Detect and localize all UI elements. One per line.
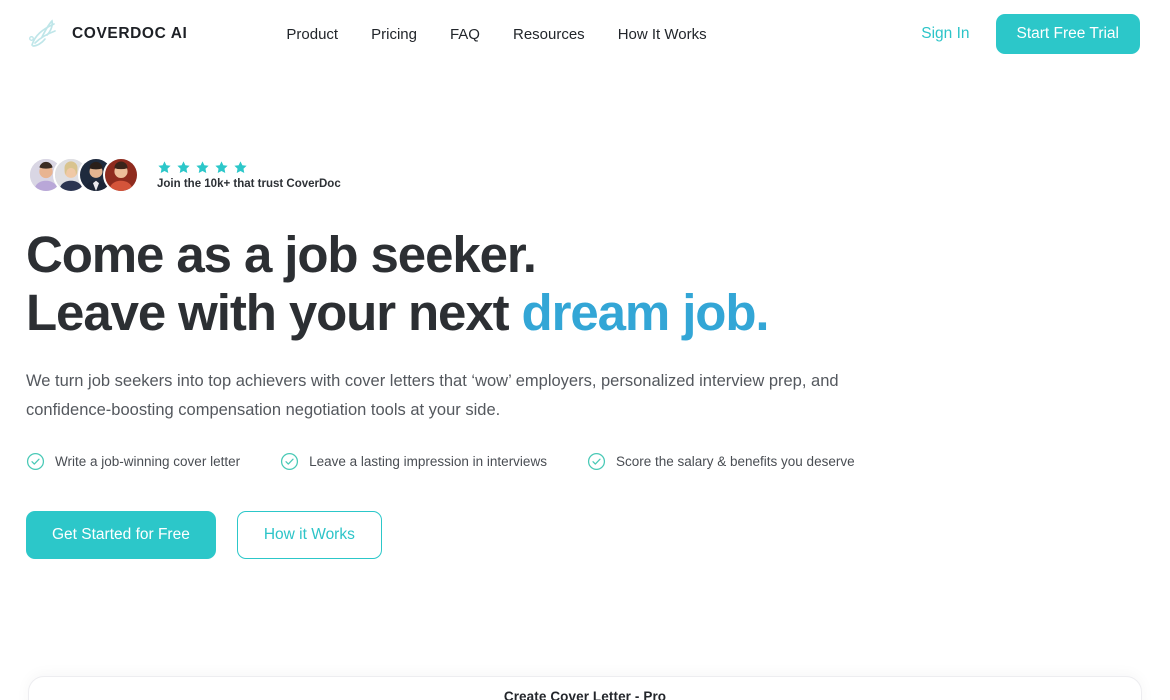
headline-accent: dream job. — [521, 284, 770, 341]
avatar — [103, 157, 139, 193]
nav-item-faq[interactable]: FAQ — [450, 26, 480, 43]
avatar-group — [26, 157, 139, 193]
start-free-trial-button[interactable]: Start Free Trial — [995, 14, 1140, 54]
nav-item-product[interactable]: Product — [286, 26, 338, 43]
star-icon — [177, 161, 190, 173]
check-circle-icon — [587, 452, 606, 471]
feature-item-interviews: Leave a lasting impression in interviews — [280, 452, 547, 471]
proof-text: Join the 10k+ that trust CoverDoc — [157, 160, 341, 190]
sign-in-link[interactable]: Sign In — [921, 25, 969, 43]
feature-label: Leave a lasting impression in interviews — [309, 454, 547, 469]
headline-line-1: Come as a job seeker. — [26, 226, 537, 283]
header-actions: Sign In Start Free Trial — [921, 14, 1140, 54]
star-rating — [157, 160, 341, 175]
star-icon — [196, 161, 209, 173]
panel-title: Create Cover Letter - Pro — [503, 689, 667, 700]
feature-label: Write a job-winning cover letter — [55, 454, 241, 469]
nav-item-pricing[interactable]: Pricing — [371, 26, 417, 43]
how-it-works-button[interactable]: How it Works — [236, 511, 382, 559]
create-cover-letter-panel[interactable]: Create Cover Letter - Pro — [28, 676, 1142, 700]
page-title: Come as a job seeker. Leave with your ne… — [26, 226, 1026, 342]
hero-subcopy: We turn job seekers into top achievers w… — [26, 372, 839, 419]
feature-list: Write a job-winning cover letter Leave a… — [26, 452, 1026, 471]
headline-line-2: Leave with your next — [26, 284, 522, 341]
brand-name: COVERDOC AI — [72, 25, 188, 42]
avatar-photo-icon — [105, 159, 137, 191]
social-proof: Join the 10k+ that trust CoverDoc — [26, 150, 1026, 200]
feature-item-cover-letter: Write a job-winning cover letter — [26, 452, 240, 471]
coverdoc-bird-logo-icon — [29, 19, 56, 47]
star-icon — [234, 161, 247, 173]
site-header: COVERDOC AI Product Pricing FAQ Resource… — [0, 0, 1170, 68]
check-circle-icon — [281, 452, 299, 471]
trust-text: Join the 10k+ that trust CoverDoc — [157, 178, 341, 190]
primary-navigation: Product Pricing FAQ Resources How It Wor… — [286, 26, 706, 43]
feature-item-salary: Score the salary & benefits you deserve — [587, 452, 855, 471]
star-icon — [158, 161, 171, 173]
get-started-button[interactable]: Get Started for Free — [26, 511, 216, 559]
hero-section: Join the 10k+ that trust CoverDoc Come a… — [26, 150, 1026, 559]
check-circle-icon — [26, 452, 45, 471]
brand-logo[interactable]: COVERDOC AI — [26, 16, 187, 52]
star-icon — [215, 161, 228, 173]
cta-row: Get Started for Free How it Works — [26, 511, 1026, 559]
nav-item-resources[interactable]: Resources — [513, 26, 585, 43]
nav-item-how-it-works[interactable]: How It Works — [618, 26, 707, 43]
landing-page: COVERDOC AI Product Pricing FAQ Resource… — [0, 0, 1170, 700]
feature-label: Score the salary & benefits you deserve — [615, 454, 855, 469]
